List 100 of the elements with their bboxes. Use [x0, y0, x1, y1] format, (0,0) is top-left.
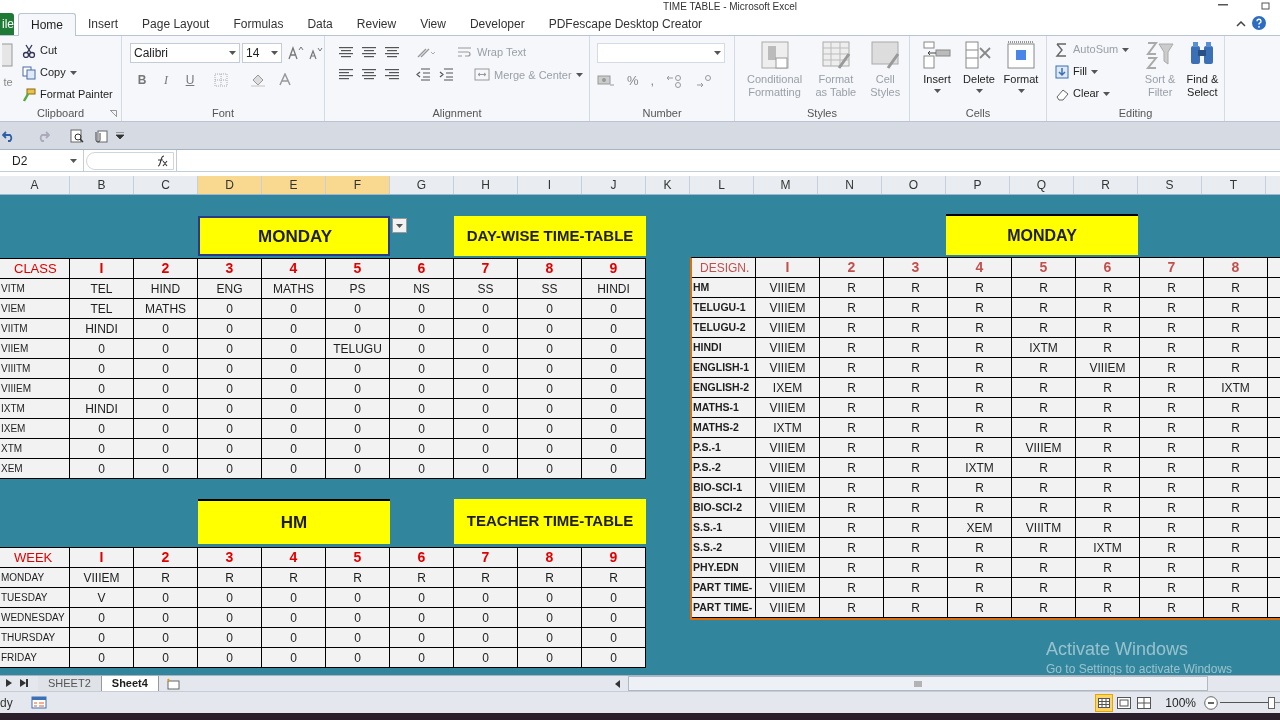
grip-icon — [914, 680, 922, 687]
table-cell: 0 — [70, 648, 134, 668]
table-cell: 0 — [326, 399, 390, 419]
number-format-field[interactable] — [597, 43, 725, 63]
table-cell: 0 — [326, 299, 390, 319]
ribbon-tab[interactable]: Insert — [76, 12, 131, 35]
table-cell: R — [1076, 578, 1140, 598]
zoom-slider-thumb[interactable] — [1268, 696, 1275, 709]
column-header[interactable]: F — [326, 176, 390, 194]
font-style-button[interactable]: U — [184, 71, 196, 89]
caret-icon — [271, 51, 278, 55]
ribbon-tab[interactable]: Home — [18, 13, 76, 36]
column-header[interactable]: T — [1202, 176, 1266, 194]
ribbon-tab[interactable]: ile — [0, 13, 14, 35]
column-header[interactable]: D — [198, 176, 262, 194]
table-cell: R — [948, 398, 1012, 418]
sheet-tab[interactable]: Sheet4 — [101, 676, 159, 691]
table-cell: 0 — [454, 459, 518, 479]
table-cell: 0 — [198, 379, 262, 399]
table-cell: R — [948, 598, 1012, 618]
column-header[interactable]: K — [646, 176, 690, 194]
column-header[interactable]: J — [582, 176, 646, 194]
wrap-text-icon — [457, 45, 473, 59]
scroll-left-icon — [615, 680, 620, 688]
column-header[interactable]: P — [946, 176, 1010, 194]
column-header[interactable]: I — [518, 176, 582, 194]
row-label: VIIEM — [0, 339, 70, 359]
column-header[interactable]: M — [754, 176, 818, 194]
record-macro-icon — [30, 696, 47, 709]
table-cell: 0 — [198, 439, 262, 459]
clipboard-button[interactable]: Cut — [22, 41, 113, 60]
dropdown-button[interactable] — [392, 218, 407, 233]
column-header[interactable]: H — [454, 176, 518, 194]
column-header[interactable]: Q — [1010, 176, 1074, 194]
font-style-button[interactable]: B — [136, 71, 148, 89]
table-cell: R — [948, 378, 1012, 398]
borders-icon — [214, 73, 228, 87]
table-cell: IXTM — [1076, 538, 1140, 558]
column-heading: I — [70, 548, 134, 568]
table-cell: VIIIEM — [756, 498, 820, 518]
ribbon-large-button[interactable]: Find & Select — [1180, 36, 1224, 105]
row-label: VIEM — [0, 299, 70, 319]
column-heading: 5 — [1012, 258, 1076, 278]
table-cell: R — [820, 598, 884, 618]
row-label: IXEM — [0, 419, 70, 439]
ribbon-large-button[interactable]: Format — [1000, 36, 1042, 105]
table-cell: R — [884, 578, 948, 598]
column-header[interactable]: B — [70, 176, 134, 194]
table-cell: R — [198, 568, 262, 588]
align-left-icon — [339, 68, 353, 82]
ribbon-large-button[interactable]: Insert — [916, 36, 958, 105]
table-cell: 0 — [454, 359, 518, 379]
clipboard-button[interactable]: Copy — [22, 63, 113, 82]
ribbon-tab[interactable]: Page Layout — [130, 12, 222, 35]
table-cell: R — [820, 578, 884, 598]
table-cell: R — [1204, 418, 1268, 438]
table-cell: MATHS — [262, 279, 326, 299]
caret-icon — [70, 158, 77, 163]
column-header[interactable]: O — [882, 176, 946, 194]
column-header[interactable]: R — [1074, 176, 1138, 194]
column-header[interactable]: A — [0, 176, 70, 194]
activation-message: Go to Settings to activate Windows — [1046, 661, 1233, 675]
table-cell: 0 — [198, 339, 262, 359]
normal-view-button[interactable] — [1095, 693, 1114, 712]
table-cell: 0 — [390, 648, 454, 668]
table-cell: R — [1140, 578, 1204, 598]
horizontal-scrollbar[interactable] — [628, 676, 1208, 691]
table-cell: R — [1204, 538, 1268, 558]
column-header[interactable]: E — [262, 176, 326, 194]
font-style-button[interactable]: I — [160, 71, 172, 89]
row-label: IXTM — [0, 399, 70, 419]
font-size-field[interactable]: 14 — [242, 43, 282, 63]
editing-button[interactable]: Clear — [1055, 84, 1140, 103]
align-right-icon — [385, 68, 399, 82]
sheet-tab[interactable]: SHEET2 — [38, 676, 102, 691]
clipboard-button[interactable]: Format Painter — [22, 85, 113, 104]
ribbon-tab[interactable]: PDFescape Desktop Creator — [536, 12, 715, 35]
row-label: VITM — [0, 279, 70, 299]
font-name-field[interactable]: Calibri — [130, 43, 240, 63]
row-label: S.S.-2 — [692, 538, 756, 558]
table-cell: R — [1076, 398, 1140, 418]
ribbon-tab[interactable]: Developer — [457, 12, 537, 35]
name-box[interactable]: D2 — [0, 150, 84, 171]
editing-button[interactable]: Fill — [1055, 62, 1140, 81]
ribbon-tab[interactable]: Review — [344, 12, 409, 35]
column-header[interactable]: N — [818, 176, 882, 194]
table-cell: 0 — [454, 399, 518, 419]
column-header[interactable]: G — [390, 176, 454, 194]
ribbon-tab[interactable]: Formulas — [221, 12, 296, 35]
ribbon-tab[interactable]: View — [408, 12, 458, 35]
ribbon-large-button[interactable]: Delete — [958, 36, 1000, 105]
column-header[interactable]: S — [1138, 176, 1202, 194]
table-cell: R — [948, 558, 1012, 578]
table-cell: R — [948, 578, 1012, 598]
table-cell: 0 — [454, 339, 518, 359]
ribbon-tab[interactable]: Data — [295, 12, 345, 35]
table-cell: 0 — [134, 628, 198, 648]
column-heading: 4 — [262, 259, 326, 279]
column-header[interactable]: L — [690, 176, 754, 194]
number-format-button[interactable]: % — [627, 71, 639, 91]
